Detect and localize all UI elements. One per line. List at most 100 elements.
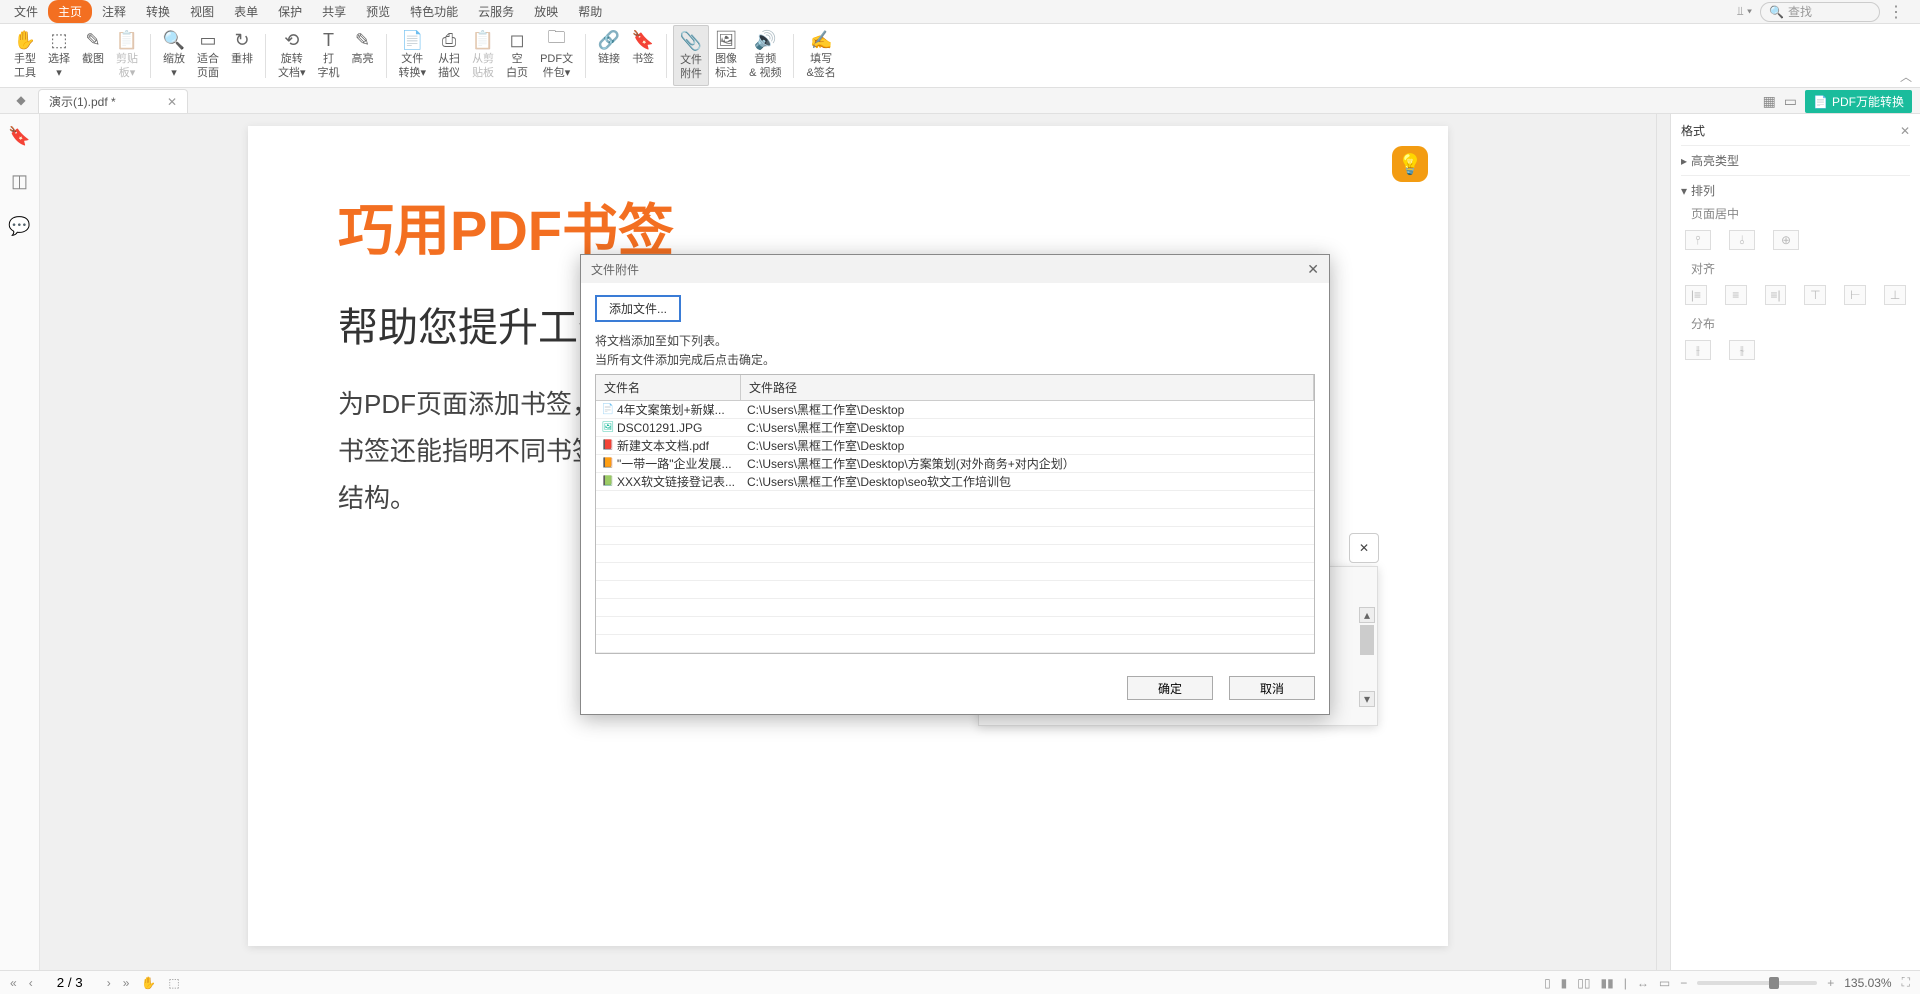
search-box[interactable]: 🔍 查找 [1760, 2, 1880, 22]
scroll-up-icon[interactable]: ▴ [1359, 607, 1375, 623]
align-middle-icon[interactable]: ⊢ [1844, 285, 1866, 305]
next-page-icon[interactable]: › [107, 976, 111, 990]
dialog-close-icon[interactable]: ✕ [1307, 261, 1319, 278]
ribbon-btn-22[interactable]: 📎文件 附件 [673, 25, 709, 85]
distribute-v-icon[interactable]: ⫳ [1729, 340, 1755, 360]
sec-highlight[interactable]: ▸高亮类型 [1681, 152, 1910, 169]
fit-width-icon[interactable]: ↔ [1637, 976, 1649, 990]
tab-close-icon[interactable]: ✕ [167, 95, 177, 109]
prev-page-icon[interactable]: ‹ [29, 976, 33, 990]
table-row[interactable]: 📙"一带一路"企业发展...C:\Users\黑框工作室\Desktop\方案策… [596, 455, 1314, 473]
sec-arrange[interactable]: ▾排列 [1681, 182, 1910, 199]
two-page-icon[interactable]: ▯▯ [1577, 976, 1590, 990]
menu-7[interactable]: 共享 [312, 0, 356, 23]
layout-mode-icon[interactable]: ⫫ ▾ [1737, 4, 1752, 19]
ribbon-btn-9[interactable]: ⟲旋转 文档▾ [272, 25, 312, 83]
col-filename[interactable]: 文件名 [596, 375, 741, 400]
center-v-icon[interactable]: ⫰ [1729, 230, 1755, 250]
ribbon-btn-6[interactable]: ▭适合 页面 [191, 25, 225, 83]
menu-11[interactable]: 放映 [524, 0, 568, 23]
ribbon-btn-11[interactable]: ✎高亮 [346, 25, 380, 70]
ribbon-btn-7[interactable]: ↻重排 [225, 25, 259, 70]
select-tool-icon[interactable]: ⬚ [168, 976, 179, 990]
distribute-h-icon[interactable]: ⫲ [1685, 340, 1711, 360]
table-row[interactable]: 🖼DSC01291.JPGC:\Users\黑框工作室\Desktop [596, 419, 1314, 437]
pdf-convert-button[interactable]: 📄 PDF万能转换 [1805, 90, 1912, 113]
menu-6[interactable]: 保护 [268, 0, 312, 23]
page-input[interactable] [45, 975, 95, 990]
ribbon-btn-20[interactable]: 🔖书签 [626, 25, 660, 70]
first-page-icon[interactable]: « [10, 976, 17, 990]
ribbon-btn-13[interactable]: 📄文件 转换▾ [393, 25, 433, 83]
ribbon-separator [265, 34, 266, 78]
menu-9[interactable]: 特色功能 [400, 0, 468, 23]
ribbon-btn-16[interactable]: ◻空 白页 [500, 25, 534, 83]
last-page-icon[interactable]: » [123, 976, 130, 990]
ribbon-collapse-icon[interactable]: ︿ [1900, 68, 1912, 85]
ribbon-btn-10[interactable]: T打 字机 [312, 25, 346, 83]
scroll-thumb[interactable] [1360, 625, 1374, 655]
table-row[interactable]: 📗XXX软文链接登记表...C:\Users\黑框工作室\Desktop\seo… [596, 473, 1314, 491]
menu-10[interactable]: 云服务 [468, 0, 524, 23]
panel-close-icon[interactable]: ✕ [1900, 124, 1910, 138]
align-bottom-icon[interactable]: ⊥ [1884, 285, 1906, 305]
pages-icon[interactable]: ◫ [11, 171, 28, 192]
bookmark-icon[interactable]: 🔖 [8, 126, 30, 147]
ribbon-label: 从扫 描仪 [438, 53, 460, 79]
table-row[interactable]: 📄4年文案策划+新媒...C:\Users\黑框工作室\Desktop [596, 401, 1314, 419]
ribbon-btn-5[interactable]: 🔍缩放 ▾ [157, 25, 191, 83]
overlay-close-icon[interactable]: ✕ [1349, 533, 1379, 563]
center-h-icon[interactable]: ⫯ [1685, 230, 1711, 250]
add-file-button[interactable]: 添加文件... [595, 295, 681, 322]
hand-tool-icon[interactable]: ✋ [141, 976, 156, 990]
dialog-hint: 将文档添加至如下列表。 当所有文件添加完成后点击确定。 [595, 332, 1315, 370]
zoom-in-icon[interactable]: + [1827, 976, 1834, 990]
menu-1[interactable]: 主页 [48, 0, 92, 23]
ok-button[interactable]: 确定 [1127, 676, 1213, 700]
scroll-down-icon[interactable]: ▾ [1359, 691, 1375, 707]
ribbon-btn-24[interactable]: 🔊音频 & 视频 [743, 25, 787, 83]
align-center-icon[interactable]: ≡ [1725, 285, 1747, 305]
col-filepath[interactable]: 文件路径 [741, 375, 1314, 400]
single-page-icon[interactable]: ▯ [1544, 976, 1551, 990]
zoom-slider[interactable] [1697, 981, 1817, 985]
menu-0[interactable]: 文件 [4, 0, 48, 23]
document-scrollbar[interactable] [1656, 114, 1670, 970]
ribbon-btn-26[interactable]: ✍填写 &签名 [800, 25, 841, 83]
ribbon-btn-19[interactable]: 🔗链接 [592, 25, 626, 70]
ribbon-btn-14[interactable]: ⎙从扫 描仪 [432, 25, 466, 83]
ribbon-btn-17[interactable]: 🗀PDF文 件包▾ [534, 25, 579, 83]
menu-5[interactable]: 表单 [224, 0, 268, 23]
menu-2[interactable]: 注释 [92, 0, 136, 23]
ribbon-btn-1[interactable]: ⬚选择 ▾ [42, 25, 76, 83]
menu-8[interactable]: 预览 [356, 0, 400, 23]
align-right-icon[interactable]: ≡| [1765, 285, 1787, 305]
menu-3[interactable]: 转换 [136, 0, 180, 23]
align-left-icon[interactable]: |≡ [1685, 285, 1707, 305]
table-row[interactable]: 📕新建文本文档.pdfC:\Users\黑框工作室\Desktop [596, 437, 1314, 455]
app-menu-icon[interactable]: ⋮ [1888, 2, 1904, 22]
fit-page-icon[interactable]: ▭ [1659, 976, 1670, 990]
menu-12[interactable]: 帮助 [568, 0, 612, 23]
grid-view-icon[interactable]: ▦ [1763, 93, 1776, 110]
dialog-titlebar[interactable]: 文件附件 ✕ [581, 255, 1329, 283]
two-continuous-icon[interactable]: ▮▮ [1601, 976, 1614, 990]
ribbon-btn-2[interactable]: ✎截图 [76, 25, 110, 70]
quick-tool-icon[interactable]: ◆ [12, 91, 30, 109]
page-view-icon[interactable]: ▭ [1784, 93, 1797, 110]
menu-4[interactable]: 视图 [180, 0, 224, 23]
document-tab[interactable]: 演示(1).pdf * ✕ [38, 89, 188, 113]
align-top-icon[interactable]: ⊤ [1804, 285, 1826, 305]
tip-bulb-icon[interactable]: 💡 [1392, 146, 1428, 182]
zoom-thumb[interactable] [1769, 977, 1779, 989]
cancel-button[interactable]: 取消 [1229, 676, 1315, 700]
continuous-icon[interactable]: ▮ [1561, 976, 1568, 990]
zoom-out-icon[interactable]: − [1680, 976, 1687, 990]
center-both-icon[interactable]: ⊕ [1773, 230, 1799, 250]
zoom-value[interactable]: 135.03% [1844, 976, 1891, 990]
ribbon-btn-0[interactable]: ✋手型 工具 [8, 25, 42, 83]
fullscreen-icon[interactable]: ⛶ [1902, 975, 1910, 990]
overlay-scrollbar[interactable]: ▴ ▾ [1359, 607, 1375, 707]
ribbon-btn-23[interactable]: 🖼图像 标注 [709, 25, 743, 83]
comment-icon[interactable]: 💬 [8, 216, 30, 237]
